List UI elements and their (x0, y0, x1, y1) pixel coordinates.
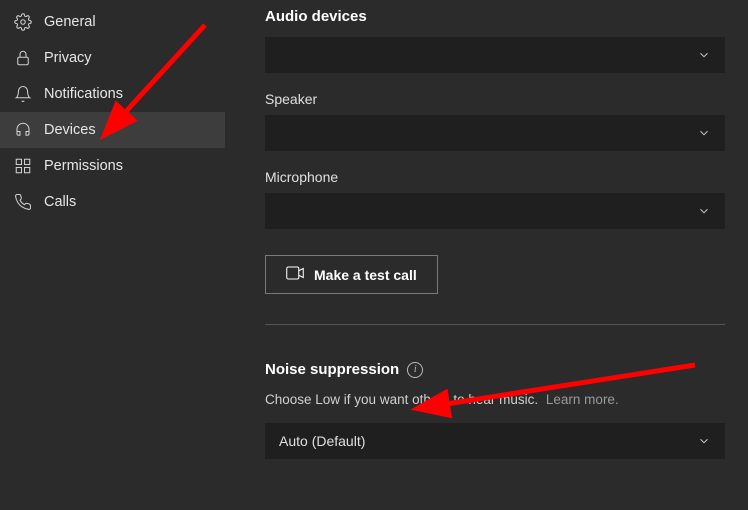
audio-devices-title: Audio devices (265, 8, 728, 25)
noise-suppression-description: Choose Low if you want others to hear mu… (265, 392, 728, 407)
audio-devices-dropdown[interactable] (265, 37, 725, 73)
chevron-down-icon (697, 204, 711, 218)
make-test-call-button[interactable]: Make a test call (265, 255, 438, 294)
bell-icon (14, 85, 32, 103)
microphone-dropdown[interactable] (265, 193, 725, 229)
sidebar-item-general[interactable]: General (0, 4, 225, 40)
chevron-down-icon (697, 434, 711, 448)
lock-icon (14, 49, 32, 67)
sidebar-item-label: Calls (44, 194, 76, 210)
sidebar-item-label: Privacy (44, 50, 92, 66)
learn-more-link[interactable]: Learn more. (546, 392, 619, 407)
make-test-call-label: Make a test call (314, 267, 417, 283)
section-divider (265, 324, 725, 325)
speaker-label: Speaker (265, 91, 728, 107)
settings-sidebar: General Privacy Notifications Devices Pe… (0, 0, 225, 510)
sidebar-item-notifications[interactable]: Notifications (0, 76, 225, 112)
test-call-icon (286, 266, 304, 283)
noise-suppression-title: Noise suppression (265, 361, 399, 378)
speaker-dropdown[interactable] (265, 115, 725, 151)
sidebar-item-permissions[interactable]: Permissions (0, 148, 225, 184)
microphone-label: Microphone (265, 169, 728, 185)
sidebar-item-calls[interactable]: Calls (0, 184, 225, 220)
noise-suppression-value: Auto (Default) (279, 433, 365, 449)
info-icon[interactable]: i (407, 362, 423, 378)
sidebar-item-privacy[interactable]: Privacy (0, 40, 225, 76)
phone-icon (14, 193, 32, 211)
sidebar-item-label: Notifications (44, 86, 123, 102)
sidebar-item-label: Devices (44, 122, 96, 138)
gear-icon (14, 13, 32, 31)
noise-suppression-dropdown[interactable]: Auto (Default) (265, 423, 725, 459)
settings-main-devices: Audio devices Speaker Microphone Make a … (225, 0, 748, 510)
grid-icon (14, 157, 32, 175)
chevron-down-icon (697, 48, 711, 62)
sidebar-item-label: Permissions (44, 158, 123, 174)
sidebar-item-label: General (44, 14, 96, 30)
headset-icon (14, 121, 32, 139)
chevron-down-icon (697, 126, 711, 140)
sidebar-item-devices[interactable]: Devices (0, 112, 225, 148)
